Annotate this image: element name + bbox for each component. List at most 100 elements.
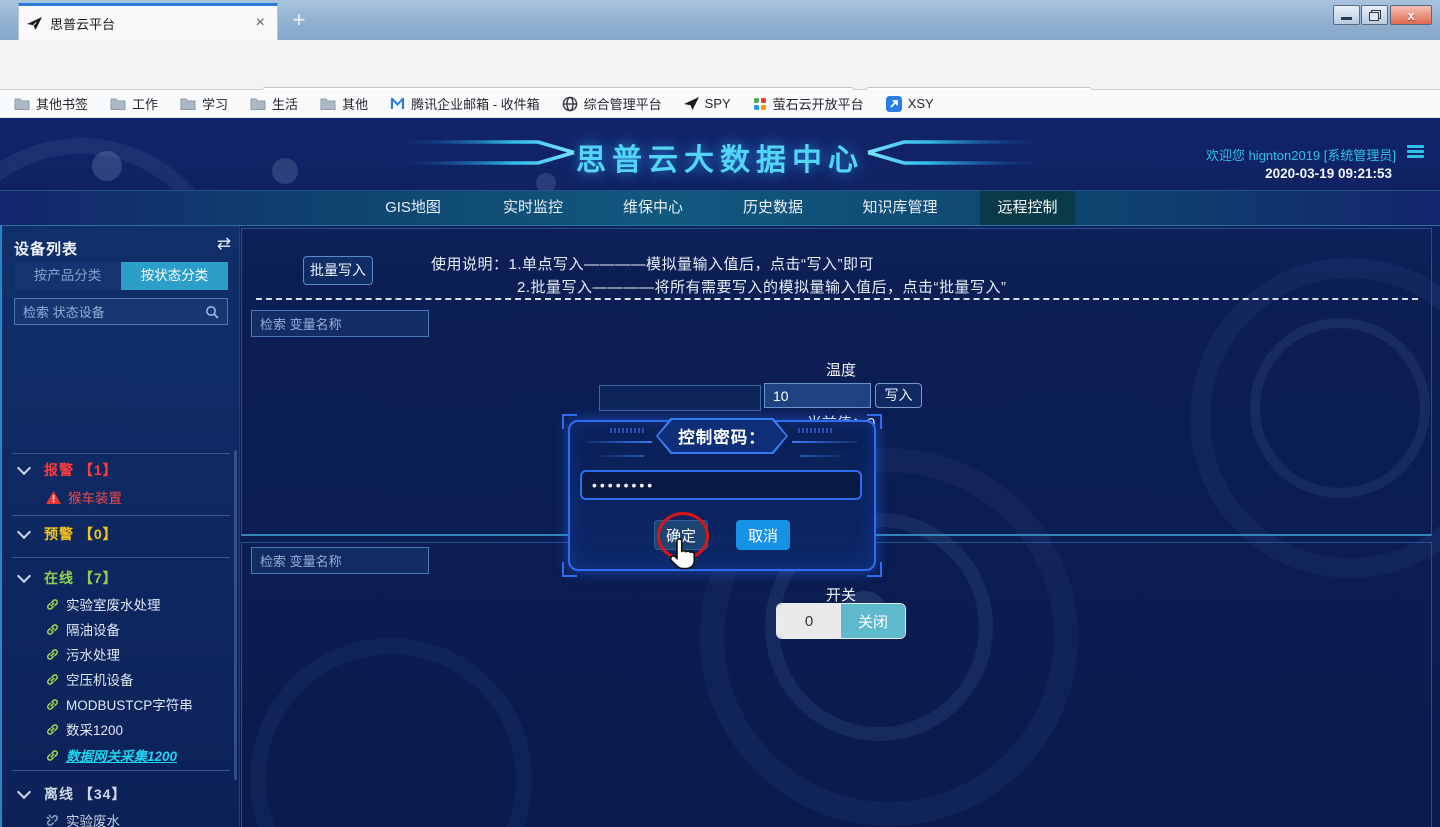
usage-instruction-line2: 2.批量写入————将所有需要写入的模拟量输入值后，点击“批量写入” [517, 276, 1007, 297]
user-menu-icon[interactable] [1407, 145, 1424, 160]
dialog-corner [562, 414, 577, 429]
variable-search-input[interactable]: 检索 变量名称 [251, 310, 429, 337]
window-titlebar: 思普云平台 × + x [0, 0, 1440, 40]
dialog-corner [867, 562, 882, 577]
dart-icon [684, 97, 699, 110]
folder-icon [320, 97, 336, 110]
tab-close-icon[interactable]: × [252, 15, 269, 31]
device-search-input[interactable]: 检索 状态设备 [14, 298, 228, 325]
dialog-corner [562, 562, 577, 577]
divider [12, 557, 230, 558]
ezviz-dots-icon [753, 97, 767, 111]
broken-link-icon [46, 814, 59, 827]
window-minimize-button[interactable] [1333, 5, 1360, 25]
warning-icon [46, 491, 61, 504]
bookmark-work[interactable]: 工作 [110, 94, 158, 113]
dialog-deco-line [600, 455, 644, 457]
chevron-down-icon[interactable] [17, 785, 31, 799]
tab-by-product[interactable]: 按产品分类 [14, 262, 121, 290]
search-icon [205, 305, 219, 319]
nav-maintenance-center[interactable]: 维保中心 [608, 191, 698, 225]
dialog-title: 控制密码： [658, 420, 786, 452]
link-icon [46, 698, 59, 711]
temperature-label: 温度 [801, 359, 881, 380]
web-page: 思普云大数据中心 欢迎您 hignton2019 [系统管理员] 2020-03… [0, 118, 1440, 827]
title-deco-right [856, 132, 1044, 172]
dialog-deco-ticks [798, 428, 832, 433]
batch-write-button[interactable]: 批量写入 [303, 256, 373, 285]
nav-gis-map[interactable]: GIS地图 [368, 191, 458, 225]
device-item-online[interactable]: 污水处理 [46, 644, 120, 664]
write-button[interactable]: 写入 [875, 383, 922, 408]
globe-icon [562, 96, 578, 112]
link-icon [46, 749, 59, 762]
temperature-value-input[interactable]: 10 [764, 383, 871, 408]
browser-tab[interactable]: 思普云平台 × [18, 3, 278, 40]
group-offline[interactable]: 离线 【34】 [44, 784, 126, 804]
device-item-alarm[interactable]: 猴车装置 [46, 487, 122, 507]
password-input[interactable]: •••••••• [580, 470, 862, 500]
device-item-online[interactable]: 实验室废水处理 [46, 594, 161, 614]
bookmark-mgmt-platform[interactable]: 综合管理平台 [562, 94, 662, 113]
nav-remote-control[interactable]: 远程控制 [980, 191, 1075, 225]
bookmark-other[interactable]: 其他书签 [14, 94, 88, 113]
bookmark-ezviz[interactable]: 萤石云开放平台 [753, 94, 864, 113]
device-item-online[interactable]: MODBUSTCP字符串 [46, 694, 193, 714]
device-item-online[interactable]: 空压机设备 [46, 669, 134, 689]
nav-knowledge-base[interactable]: 知识库管理 [848, 191, 952, 225]
tab-by-status[interactable]: 按状态分类 [121, 262, 228, 290]
device-item-selected[interactable]: 数据网关采集1200 [46, 745, 177, 765]
device-item-online[interactable]: 隔油设备 [46, 619, 120, 639]
datetime: 2020-03-19 09:21:53 [1265, 166, 1392, 181]
dialog-deco-line [586, 441, 652, 443]
switch-close-button[interactable]: 关闭 [841, 604, 905, 638]
variable-name-box[interactable] [599, 385, 761, 411]
dialog-corner [867, 414, 882, 429]
divider [12, 515, 230, 516]
chevron-down-icon[interactable] [17, 569, 31, 583]
hand-cursor [668, 537, 698, 571]
sidebar-collapse-icon[interactable]: ⇄ [217, 234, 231, 254]
link-icon [46, 623, 59, 636]
nav-history-data[interactable]: 历史数据 [728, 191, 818, 225]
dialog-title-badge: 控制密码： [656, 418, 788, 454]
bookmark-spy[interactable]: SPY [684, 96, 731, 111]
group-online[interactable]: 在线 【7】 [44, 568, 118, 588]
window-restore-button[interactable] [1361, 5, 1388, 25]
dialog-deco-ticks [610, 428, 644, 433]
link-icon [46, 598, 59, 611]
cancel-button[interactable]: 取消 [736, 520, 790, 550]
bookmark-xsy[interactable]: XSY [886, 96, 934, 112]
chevron-down-icon[interactable] [17, 461, 31, 475]
link-icon [46, 648, 59, 661]
device-list-sidebar: 设备列表 ⇄ 按产品分类 按状态分类 检索 状态设备 报警 【1】 猴车装置 预… [0, 226, 240, 827]
main-nav: GIS地图 实时监控 维保中心 历史数据 知识库管理 远程控制 [0, 190, 1440, 226]
bookmark-tencent-mail[interactable]: 腾讯企业邮箱 - 收件箱 [390, 94, 540, 113]
control-password-dialog: 控制密码： •••••••• 确定 取消 [568, 420, 876, 571]
nav-realtime-monitor[interactable]: 实时监控 [488, 191, 578, 225]
bookmark-study[interactable]: 学习 [180, 94, 228, 113]
chevron-down-icon[interactable] [17, 525, 31, 539]
folder-icon [110, 97, 126, 110]
bookmark-misc[interactable]: 其他 [320, 94, 368, 113]
folder-icon [250, 97, 266, 110]
restore-icon [1369, 10, 1381, 21]
switch-label: 开关 [801, 584, 881, 605]
link-icon [46, 723, 59, 736]
device-item-online[interactable]: 数采1200 [46, 719, 123, 739]
group-alarm[interactable]: 报警 【1】 [44, 460, 118, 480]
device-item-offline[interactable]: 实验废水 [46, 810, 120, 827]
tab-title: 思普云平台 [50, 14, 252, 33]
window-close-button[interactable]: x [1390, 5, 1432, 25]
close-icon: x [1407, 8, 1414, 23]
variable-search-input2[interactable]: 检索 变量名称 [251, 547, 429, 574]
sidebar-title: 设备列表 [14, 238, 78, 259]
new-tab-button[interactable]: + [286, 8, 312, 34]
welcome-user[interactable]: 欢迎您 hignton2019 [系统管理员] [1206, 145, 1396, 164]
bookmark-life[interactable]: 生活 [250, 94, 298, 113]
divider [12, 453, 230, 454]
switch-toggle[interactable]: 0 关闭 [776, 603, 906, 639]
group-warning[interactable]: 预警 【0】 [44, 524, 118, 544]
sidebar-scrollbar[interactable] [234, 450, 237, 780]
usage-instruction-line1: 使用说明：1.单点写入————模拟量输入值后，点击“写入”即可 [431, 253, 874, 274]
